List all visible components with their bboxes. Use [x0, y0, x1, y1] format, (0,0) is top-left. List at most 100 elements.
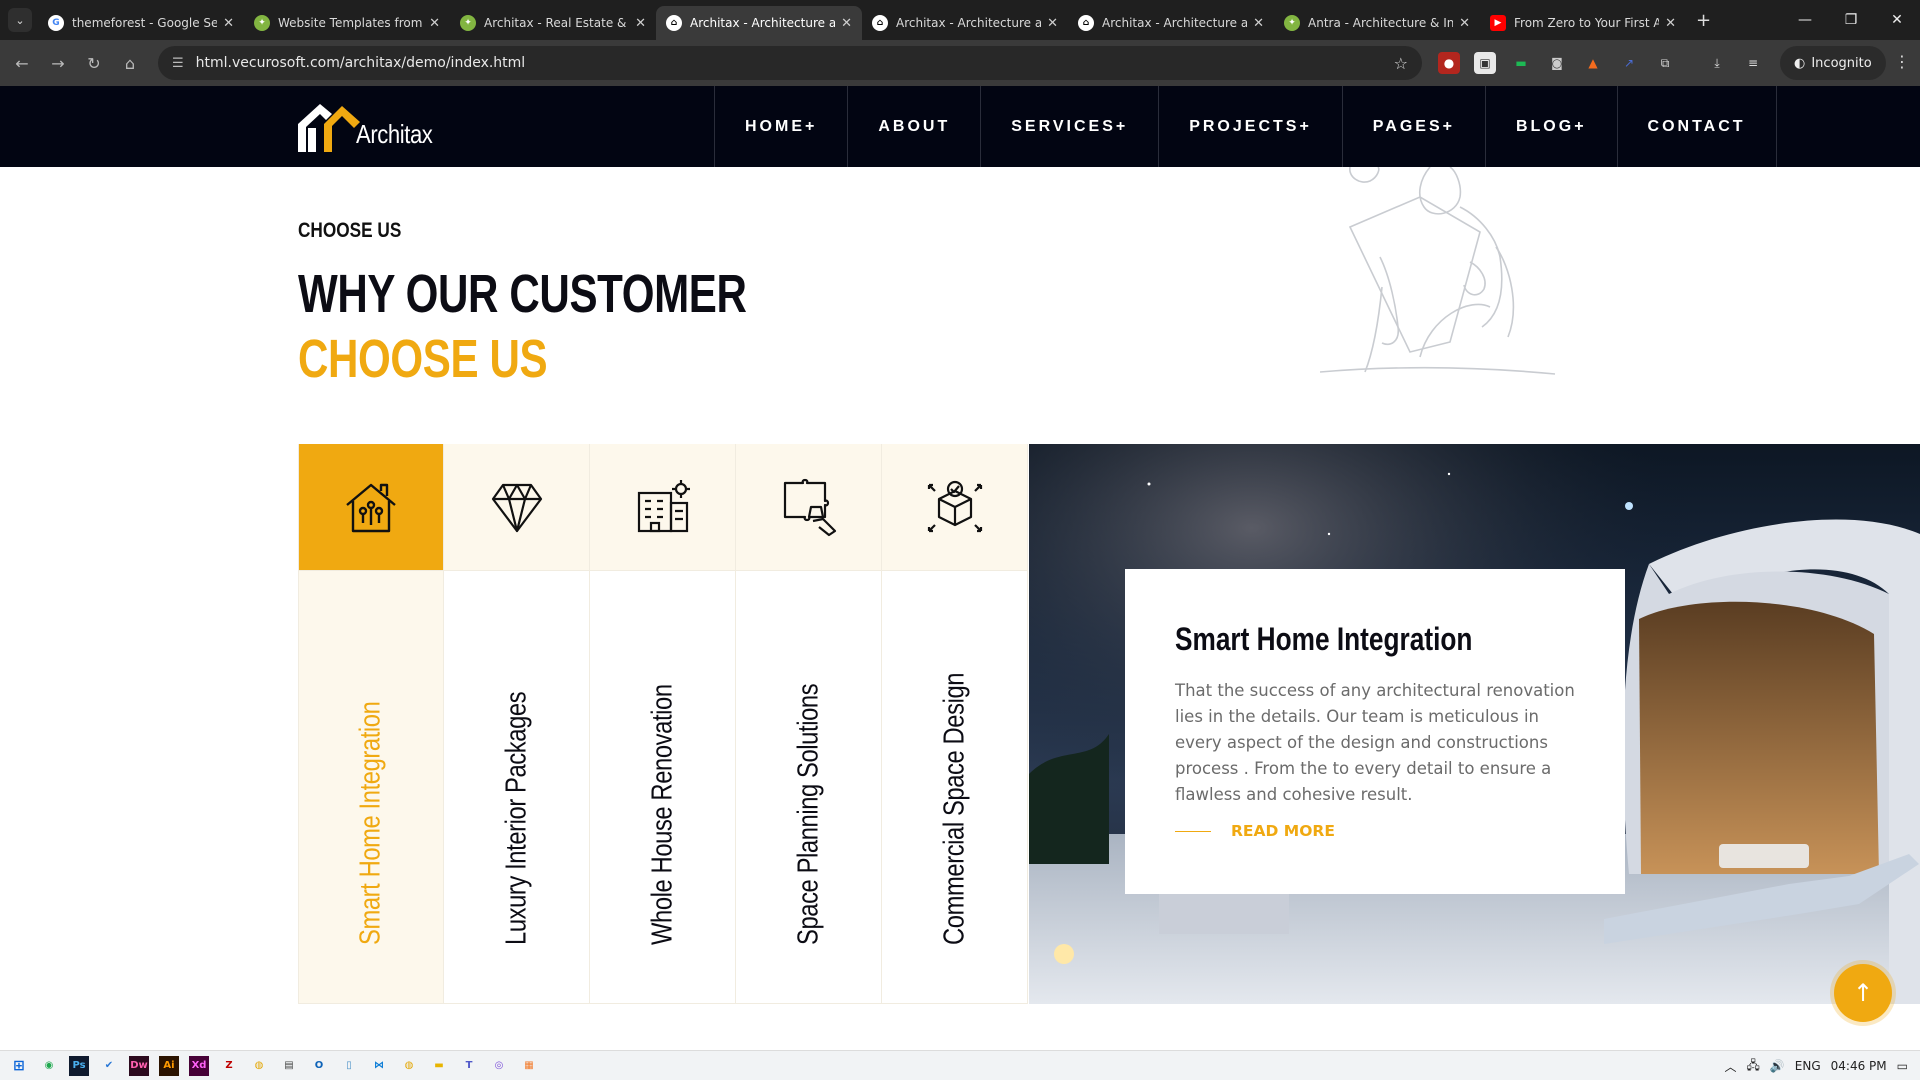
browser-menu-button[interactable]: ⋮: [1894, 52, 1910, 71]
card-title: Smart Home Integration: [1175, 621, 1473, 657]
vscode-icon[interactable]: ⋈: [364, 1051, 394, 1081]
file-explorer-icon[interactable]: ▬: [424, 1051, 454, 1081]
language-indicator[interactable]: ENG: [1795, 1059, 1821, 1073]
photoshop-icon[interactable]: Ps: [69, 1055, 89, 1076]
nav-item-contact[interactable]: CONTACT: [1616, 86, 1777, 167]
network-icon[interactable]: 🖧: [1746, 1056, 1759, 1077]
tray-overflow-icon[interactable]: ︿: [1724, 1058, 1736, 1075]
nav-item-services[interactable]: SERVICES+: [980, 86, 1158, 167]
tab-close-icon[interactable]: ✕: [1047, 16, 1058, 31]
service-tab[interactable]: Smart Home Integration: [298, 444, 444, 1004]
service-tab-body: Commercial Space Design: [882, 571, 1027, 1004]
extension-icon[interactable]: ●: [1438, 52, 1460, 74]
building-gear-icon: [590, 444, 735, 571]
extension-icon[interactable]: ▬: [1510, 52, 1532, 74]
tab-title: Antra - Architecture & Int: [1308, 16, 1454, 30]
dreamweaver-icon[interactable]: Dw: [129, 1055, 149, 1076]
minimize-button[interactable]: —: [1782, 0, 1828, 40]
tab-close-icon[interactable]: ✕: [841, 16, 852, 31]
architect-sketch-illustration: [1320, 167, 1556, 375]
todo-icon[interactable]: ✔: [94, 1051, 124, 1081]
app-icon[interactable]: ▦: [514, 1051, 544, 1081]
extension-icon[interactable]: ▲: [1582, 52, 1604, 74]
browser-tab[interactable]: ⌂ Architax - Architecture an ✕: [1068, 6, 1274, 40]
tab-search-button[interactable]: ⌄: [8, 8, 32, 32]
browser-tab[interactable]: ⌂ Architax - Architecture an ✕: [862, 6, 1068, 40]
bookmark-star-icon[interactable]: ☆: [1394, 54, 1408, 73]
reading-list-icon[interactable]: ≡: [1742, 52, 1764, 74]
tab-close-icon[interactable]: ✕: [1459, 16, 1470, 31]
service-tab[interactable]: Whole House Renovation: [590, 444, 736, 1004]
app-icon[interactable]: ◎: [484, 1051, 514, 1081]
nav-item-about[interactable]: ABOUT: [847, 86, 980, 167]
back-button[interactable]: ←: [4, 45, 40, 81]
clock[interactable]: 04:46 PM: [1831, 1059, 1887, 1073]
browser-tab[interactable]: ✦ Antra - Architecture & Int ✕: [1274, 6, 1480, 40]
chrome-icon[interactable]: ◍: [394, 1051, 424, 1081]
camera-extension-icon[interactable]: ◙: [1546, 52, 1568, 74]
downloads-icon[interactable]: ⤓: [1706, 52, 1728, 74]
incognito-indicator[interactable]: ◐ Incognito: [1780, 46, 1886, 80]
teams-icon[interactable]: T: [454, 1051, 484, 1081]
tab-title: Website Templates from T: [278, 16, 424, 30]
tab-title: Architax - Architecture an: [690, 16, 836, 30]
browser-tab[interactable]: ▶ From Zero to Your First A ✕: [1480, 6, 1686, 40]
service-tabs: Smart Home Integration Luxury Interior Pa…: [298, 444, 1029, 1004]
logo-text: Architax: [356, 119, 433, 149]
browser-tab[interactable]: ⌂ Architax - Architecture an ✕: [656, 6, 862, 40]
address-bar[interactable]: ☰ html.vecurosoft.com/architax/demo/inde…: [158, 46, 1422, 80]
close-window-button[interactable]: ✕: [1874, 0, 1920, 40]
service-tab[interactable]: Commercial Space Design: [882, 444, 1028, 1004]
nav-item-projects[interactable]: PROJECTS+: [1158, 86, 1342, 167]
incognito-icon: ◐: [1794, 55, 1806, 71]
read-more-link[interactable]: READ MORE: [1175, 822, 1575, 840]
youtube-icon: ▶: [1490, 15, 1506, 31]
site-info-icon[interactable]: ☰: [172, 56, 184, 71]
xd-icon[interactable]: Xd: [189, 1055, 209, 1076]
section-heading-accent: CHOOSE US: [298, 329, 548, 389]
windows-start-icon[interactable]: ⊞: [4, 1051, 34, 1081]
site-logo[interactable]: Architax: [298, 102, 446, 152]
tab-close-icon[interactable]: ✕: [429, 16, 440, 31]
filezilla-icon[interactable]: Z: [214, 1051, 244, 1081]
tab-close-icon[interactable]: ✕: [635, 16, 646, 31]
nav-item-home[interactable]: HOME+: [714, 86, 847, 167]
nav-item-pages[interactable]: PAGES+: [1341, 86, 1485, 167]
tab-close-icon[interactable]: ✕: [223, 16, 234, 31]
notepad-icon[interactable]: ▯: [334, 1051, 364, 1081]
service-tab-label: Space Planning Solutions: [792, 683, 824, 945]
sticky-notes-icon[interactable]: ▤: [274, 1051, 304, 1081]
forward-button[interactable]: →: [40, 45, 76, 81]
envato-icon: ✦: [1284, 15, 1300, 31]
notifications-icon[interactable]: ▭: [1897, 1059, 1908, 1073]
browser-toolbar: ← → ↻ ⌂ ☰ html.vecurosoft.com/architax/d…: [0, 40, 1920, 86]
service-detail-card: Smart Home Integration That the success …: [1125, 569, 1625, 894]
outlook-icon[interactable]: O: [304, 1051, 334, 1081]
url-text: html.vecurosoft.com/architax/demo/index.…: [195, 55, 526, 71]
home-button[interactable]: ⌂: [112, 45, 148, 81]
scroll-to-top-button[interactable]: ↑: [1834, 964, 1892, 1022]
extensions-puzzle-icon[interactable]: ⧉: [1654, 52, 1676, 74]
architax-icon: ⌂: [872, 15, 888, 31]
tab-close-icon[interactable]: ✕: [1665, 16, 1676, 31]
nav-item-blog[interactable]: BLOG+: [1484, 86, 1617, 167]
main-nav: HOME+ ABOUT SERVICES+ PROJECTS+ PAGES+ BLOG+ C…: [714, 86, 1777, 167]
browser-tab[interactable]: Gthemeforest - Google Sea ✕: [38, 6, 244, 40]
extension-icon[interactable]: ▣: [1474, 52, 1496, 74]
service-tab-label: Luxury Interior Packages: [500, 691, 532, 945]
restore-button[interactable]: ❐: [1828, 0, 1874, 40]
reload-button[interactable]: ↻: [76, 45, 112, 81]
edge-icon[interactable]: ◉: [34, 1051, 64, 1081]
browser-tab[interactable]: ✦ Architax - Real Estate & In ✕: [450, 6, 656, 40]
tab-close-icon[interactable]: ✕: [1253, 16, 1264, 31]
service-tab[interactable]: Space Planning Solutions: [736, 444, 882, 1004]
service-tab[interactable]: Luxury Interior Packages: [444, 444, 590, 1004]
volume-icon[interactable]: 🔊: [1770, 1059, 1785, 1073]
chrome-icon[interactable]: ◍: [244, 1051, 274, 1081]
section-eyebrow: CHOOSE US: [298, 219, 402, 242]
new-tab-button[interactable]: +: [1696, 10, 1711, 31]
browser-tab[interactable]: ✦ Website Templates from T ✕: [244, 6, 450, 40]
illustrator-icon[interactable]: Ai: [159, 1055, 179, 1076]
architax-icon: ⌂: [666, 15, 682, 31]
extension-icon[interactable]: ↗: [1618, 52, 1640, 74]
